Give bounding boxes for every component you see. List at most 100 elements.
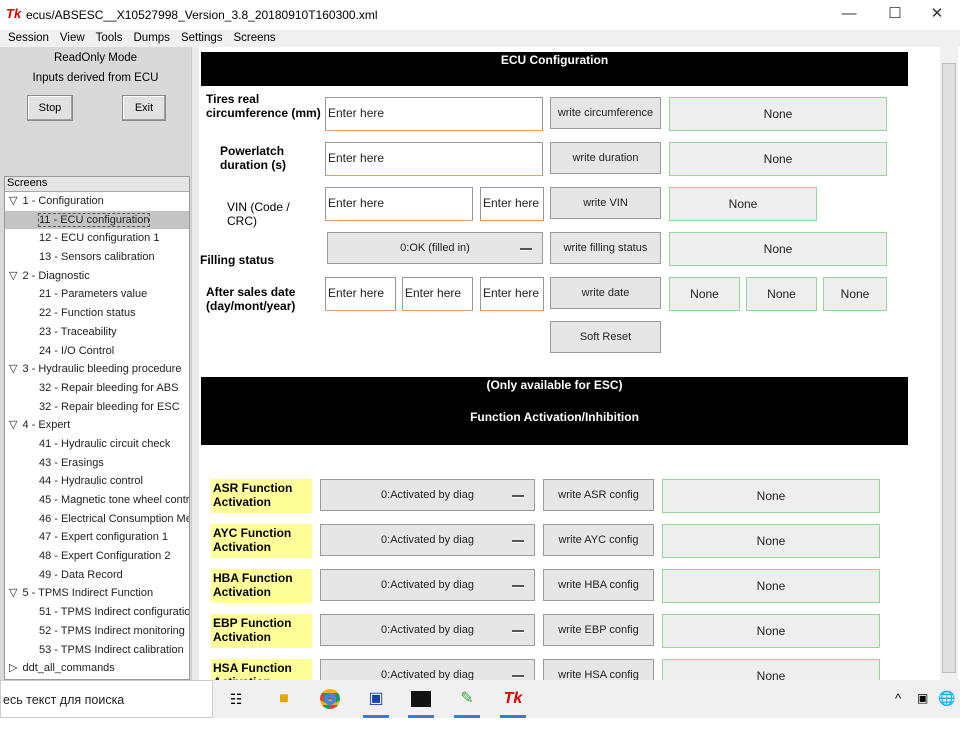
tree-item[interactable]: 11 - ECU configuration	[5, 210, 189, 230]
tree-item[interactable]: 47 - Expert configuration 1	[5, 528, 189, 547]
inputs-label: Inputs derived from ECU	[32, 72, 159, 84]
scrollbar-thumb[interactable]	[942, 63, 956, 673]
menu-session[interactable]: Session	[8, 32, 49, 44]
terminal-icon[interactable]	[408, 686, 434, 712]
tree-item[interactable]: 21 - Parameters value	[5, 285, 189, 304]
tree-item-label: 13 - Sensors calibration	[39, 251, 155, 264]
esc-header-note: (Only available for ESC)	[486, 378, 623, 392]
tree-item[interactable]: 45 - Magnetic tone wheel control	[5, 491, 189, 510]
close-button[interactable]: ✕	[914, 0, 960, 30]
tree-item[interactable]: 22 - Function status	[5, 304, 189, 323]
tree-item[interactable]: ▽ 4 - Expert	[5, 416, 189, 435]
main-panel: ECU Configuration Tires real circumferenc…	[199, 47, 940, 693]
write-ebp-button[interactable]: write EBP config	[543, 614, 654, 646]
write-duration-button[interactable]: write duration	[550, 142, 661, 174]
ebp-dropdown[interactable]: 0:Activated by diag	[320, 614, 535, 646]
collapse-arrow-icon[interactable]: ▷	[9, 662, 17, 674]
tree-item-label: 32 - Repair bleeding for ABS	[39, 381, 179, 394]
aftersales-date-input[interactable]: Enter here	[480, 277, 544, 311]
taskbar: есь текст для поиска ☷ ■ ▣ ✎ Tk ^ ▣ 🌐	[0, 680, 960, 718]
write-date-button[interactable]: write date	[550, 277, 661, 309]
tree-item[interactable]: 32 - Repair bleeding for ESC	[5, 398, 189, 417]
tree-item[interactable]: 24 - I/O Control	[5, 342, 189, 361]
tree-item[interactable]: 52 - TPMS Indirect monitoring	[5, 622, 189, 641]
main-scrollbar[interactable]	[940, 47, 958, 680]
tree-item[interactable]: 49 - Data Record	[5, 566, 189, 585]
tires-input[interactable]: Enter here	[325, 97, 543, 131]
write-ayc-button[interactable]: write AYC config	[543, 524, 654, 556]
write-filling-button[interactable]: write filling status	[550, 232, 661, 264]
tree-item-label: 24 - I/O Control	[39, 344, 115, 357]
menu-dumps[interactable]: Dumps	[134, 32, 170, 44]
aftersales-date-input[interactable]: Enter here	[402, 277, 473, 311]
notepad-icon[interactable]: ✎	[454, 686, 480, 712]
filling-dropdown[interactable]: 0:OK (filled in)	[327, 232, 543, 264]
tree-item[interactable]: ▽ 1 - Configuration	[5, 192, 189, 211]
ebp-label: EBP Function Activation	[211, 614, 312, 648]
vin-code-input[interactable]: Enter here	[325, 187, 473, 221]
tree-item[interactable]: ▽ 5 - TPMS Indirect Function	[5, 584, 189, 603]
tree-item[interactable]: 32 - Repair bleeding for ABS	[5, 379, 189, 398]
ecu-config-header: ECU Configuration	[201, 52, 908, 86]
expand-arrow-icon[interactable]: ▽	[9, 270, 17, 282]
write-hba-button[interactable]: write HBA config	[543, 569, 654, 601]
write-circumference-button[interactable]: write circumference	[550, 97, 661, 129]
expand-arrow-icon[interactable]: ▽	[9, 195, 17, 207]
tree-item[interactable]: ▽ 3 - Hydraulic bleeding procedure	[5, 360, 189, 379]
expand-arrow-icon[interactable]: ▽	[9, 419, 17, 431]
powerlatch-input[interactable]: Enter here	[325, 142, 543, 176]
taskbar-search[interactable]: есь текст для поиска	[0, 680, 213, 718]
tree-item-label: 44 - Hydraulic control	[39, 475, 143, 488]
menu-view[interactable]: View	[60, 32, 85, 44]
tree-item[interactable]: 12 - ECU configuration 1	[5, 229, 189, 248]
network-icon[interactable]: 🌐	[938, 690, 955, 707]
tray-chevron-icon[interactable]: ^	[895, 691, 901, 706]
panel-splitter[interactable]	[191, 47, 199, 680]
battery-icon[interactable]: ▣	[917, 691, 928, 705]
tree-item[interactable]: 48 - Expert Configuration 2	[5, 547, 189, 566]
tires-label: Tires real circumference (mm)	[206, 92, 321, 120]
exit-button[interactable]: Exit	[122, 95, 166, 121]
write-vin-button[interactable]: write VIN	[550, 187, 661, 219]
expand-arrow-icon[interactable]: ▽	[9, 587, 17, 599]
tree-item[interactable]: 46 - Electrical Consumption Measure	[5, 510, 189, 529]
menu-settings[interactable]: Settings	[181, 32, 223, 44]
tree-item[interactable]: ▽ 2 - Diagnostic	[5, 267, 189, 286]
tree-item-label: 52 - TPMS Indirect monitoring	[39, 624, 185, 637]
ayc-dropdown[interactable]: 0:Activated by diag	[320, 524, 535, 556]
aftersales-date-input[interactable]: Enter here	[325, 277, 396, 311]
tree-item[interactable]: 51 - TPMS Indirect configuration	[5, 603, 189, 622]
file-explorer-icon[interactable]: ■	[271, 686, 297, 712]
asr-dropdown[interactable]: 0:Activated by diag	[320, 479, 535, 511]
tree-item-label: 43 - Erasings	[39, 456, 104, 469]
hba-dropdown[interactable]: 0:Activated by diag	[320, 569, 535, 601]
menu-screens[interactable]: Screens	[234, 32, 276, 44]
task-view-icon[interactable]: ☷	[223, 686, 249, 712]
save-app-icon[interactable]: ▣	[363, 686, 389, 712]
minimize-button[interactable]: —	[826, 0, 872, 30]
tires-result: None	[669, 97, 887, 131]
screens-tree[interactable]: Screens ▽ 1 - Configuration 11 - ECU confi…	[4, 176, 190, 680]
vin-crc-input[interactable]: Enter here	[480, 187, 544, 221]
asr-label: ASR Function Activation	[211, 479, 312, 513]
tree-item[interactable]: 13 - Sensors calibration	[5, 248, 189, 267]
menu-tools[interactable]: Tools	[96, 32, 123, 44]
window-title: ecus/ABSESC__X10527998_Version_3.8_20180…	[26, 8, 378, 22]
tree-item[interactable]: ▷ ddt_all_commands	[5, 659, 189, 678]
tree-item[interactable]: 44 - Hydraulic control	[5, 472, 189, 491]
ayc-result: None	[662, 524, 880, 558]
tree-item[interactable]: 53 - TPMS Indirect calibration	[5, 641, 189, 660]
tree-item[interactable]: 41 - Hydraulic circuit check	[5, 435, 189, 454]
tk-app-icon[interactable]: Tk	[500, 686, 526, 712]
maximize-button[interactable]: ☐	[872, 0, 918, 30]
tree-item[interactable]: 43 - Erasings	[5, 454, 189, 473]
expand-arrow-icon[interactable]: ▽	[9, 363, 17, 375]
tree-header: Screens	[5, 177, 189, 192]
stop-button[interactable]: Stop	[27, 95, 73, 121]
write-asr-button[interactable]: write ASR config	[543, 479, 654, 511]
chrome-icon[interactable]	[317, 686, 343, 712]
soft-reset-button[interactable]: Soft Reset	[550, 321, 661, 353]
title-bar: Tk ecus/ABSESC__X10527998_Version_3.8_20…	[0, 0, 960, 30]
tree-item[interactable]: 23 - Traceability	[5, 323, 189, 342]
aftersales-result: None	[823, 277, 887, 311]
